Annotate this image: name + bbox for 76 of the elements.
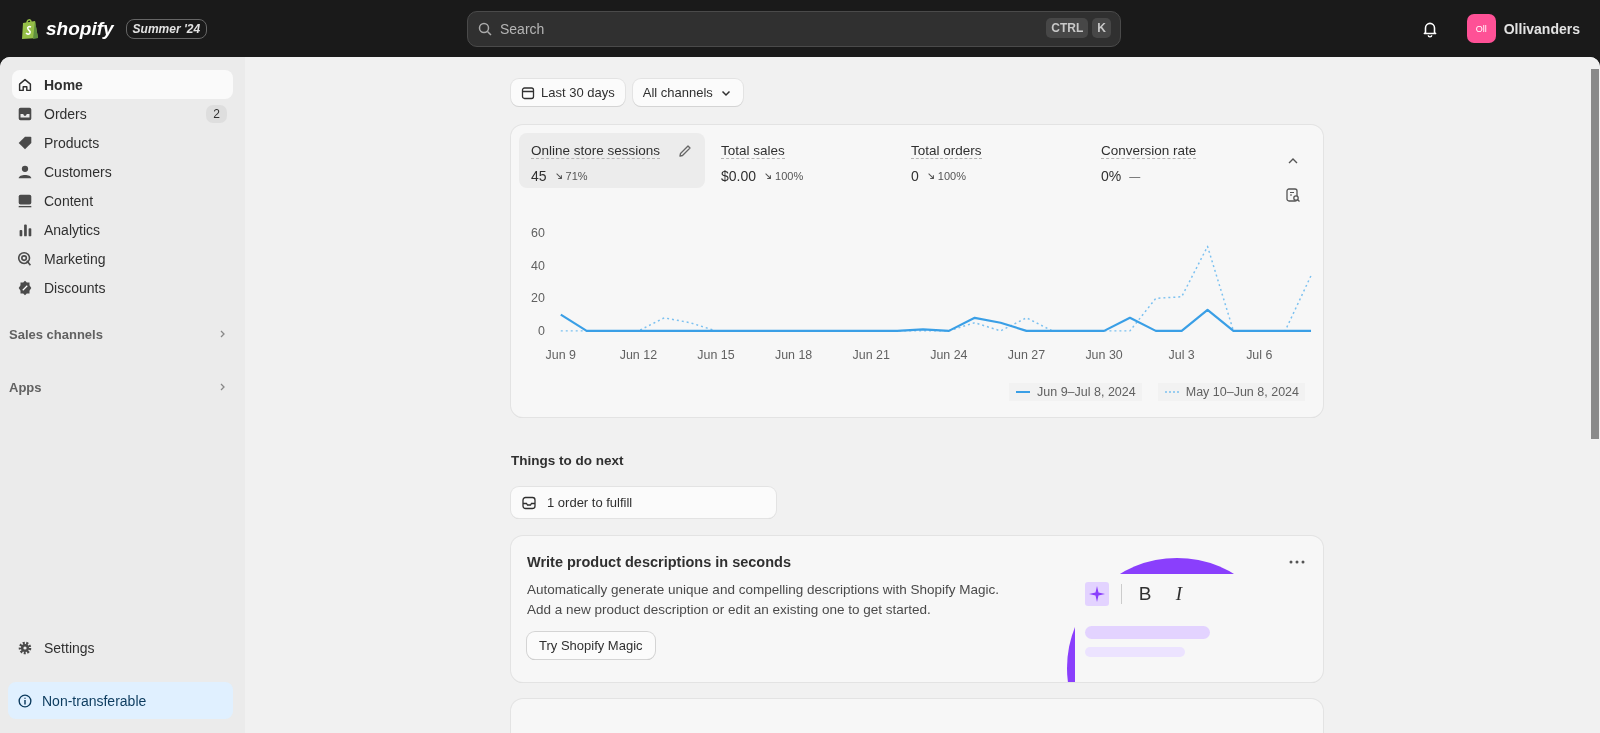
count-badge: 2 <box>206 104 227 123</box>
store-name[interactable]: Ollivanders <box>1503 20 1580 37</box>
legend-line-icon <box>1163 390 1180 394</box>
target-icon <box>16 249 34 268</box>
settings-item[interactable]: Settings <box>12 633 233 662</box>
metric-tile[interactable]: Total sales $0.00 100% <box>709 133 895 188</box>
inbox-icon <box>521 494 537 511</box>
legend-label: Jun 9–Jul 8, 2024 <box>1037 385 1136 399</box>
shopping-bag-icon <box>20 17 40 40</box>
date-range-button[interactable]: Last 30 days <box>511 79 625 106</box>
nav-item[interactable]: Analytics <box>12 215 233 244</box>
search-icon <box>477 20 493 37</box>
format-glyph: I <box>1174 583 1184 605</box>
discount-icon <box>16 278 34 297</box>
arrow-down-icon <box>764 172 773 180</box>
legend-line-icon <box>1015 390 1031 394</box>
x-tick-label: Jun 24 <box>930 347 968 362</box>
x-tick-label: Jun 30 <box>1085 347 1123 362</box>
try-magic-button[interactable]: Try Shopify Magic <box>527 632 655 659</box>
nav-item[interactable]: Products <box>12 128 233 157</box>
metric-label: Online store sessions <box>531 143 661 159</box>
channel-dropdown[interactable]: All channels <box>632 79 743 106</box>
report-search-icon[interactable] <box>1285 187 1301 203</box>
nav-item[interactable]: Discounts <box>12 273 233 302</box>
format-glyph: B <box>1137 583 1153 605</box>
calendar-icon <box>521 85 535 100</box>
card-description: Automatically generate unique and compelling descriptions with Shopify Magic. Add a new product description or edit an existing one to get started. <box>527 581 1000 619</box>
sparkle-icon <box>1085 582 1109 606</box>
x-tick-label: Jun 21 <box>852 347 890 362</box>
section-link[interactable]: Apps <box>8 377 233 397</box>
nav-item[interactable]: Customers <box>12 157 233 186</box>
nav-item[interactable]: Orders 2 <box>12 99 233 128</box>
metric-value: 0 <box>911 168 919 184</box>
notice-banner[interactable]: Non-transferable <box>8 682 233 719</box>
section-link[interactable]: Sales channels <box>8 324 233 344</box>
y-tick-label: 20 <box>531 291 545 306</box>
notice-text: Non-transferable <box>42 692 147 709</box>
x-tick-label: Jul 6 <box>1246 347 1273 362</box>
nav-item[interactable]: Marketing <box>12 244 233 273</box>
keyboard-key: CTRL <box>1046 17 1089 38</box>
metric-tile[interactable]: Total orders 0 100% <box>899 133 1085 188</box>
metric-label: Conversion rate <box>1101 143 1197 159</box>
y-tick-label: 60 <box>531 226 545 241</box>
legend-label: May 10–Jun 8, 2024 <box>1185 385 1299 399</box>
logo-text[interactable]: shopify <box>46 17 114 40</box>
x-tick-label: Jun 15 <box>697 347 735 362</box>
y-tick-label: 40 <box>531 258 545 273</box>
metric-value: 45 <box>531 168 547 184</box>
x-tick-label: Jun 9 <box>545 347 576 362</box>
task-button[interactable]: 1 order to fulfill <box>511 487 776 518</box>
x-tick-label: Jun 12 <box>619 347 658 362</box>
arrow-down-icon <box>926 172 935 180</box>
metric-change: 71% <box>554 170 588 182</box>
x-tick-label: Jul 3 <box>1168 347 1195 362</box>
metric-tile[interactable]: Conversion rate 0% — <box>1089 133 1275 188</box>
metric-change: — <box>1129 170 1141 182</box>
nav-item[interactable]: Home <box>12 70 233 99</box>
metric-tile[interactable]: Online store sessions 45 71% <box>519 133 705 188</box>
nav-item[interactable]: Content <box>12 186 233 215</box>
metric-change: 100% <box>926 170 966 182</box>
metric-change: 100% <box>764 170 804 182</box>
legend-item: May 10–Jun 8, 2024 <box>1157 383 1305 401</box>
metric-value: 0% <box>1101 168 1122 184</box>
x-tick-label: Jun 18 <box>774 347 813 362</box>
y-tick-label: 0 <box>537 323 545 338</box>
edition-badge: Summer '24 <box>125 18 208 39</box>
metric-value: $0.00 <box>721 168 757 184</box>
arrow-down-icon <box>554 172 563 180</box>
metric-label: Total orders <box>911 143 982 159</box>
legend-item: Jun 9–Jul 8, 2024 <box>1009 383 1142 401</box>
pencil-icon[interactable] <box>677 143 693 159</box>
x-tick-label: Jun 27 <box>1007 347 1046 362</box>
more-icon[interactable] <box>1289 560 1305 564</box>
metric-label: Total sales <box>721 143 785 159</box>
section-heading: Things to do next <box>511 453 625 468</box>
card-title: Write product descriptions in seconds <box>527 554 792 570</box>
